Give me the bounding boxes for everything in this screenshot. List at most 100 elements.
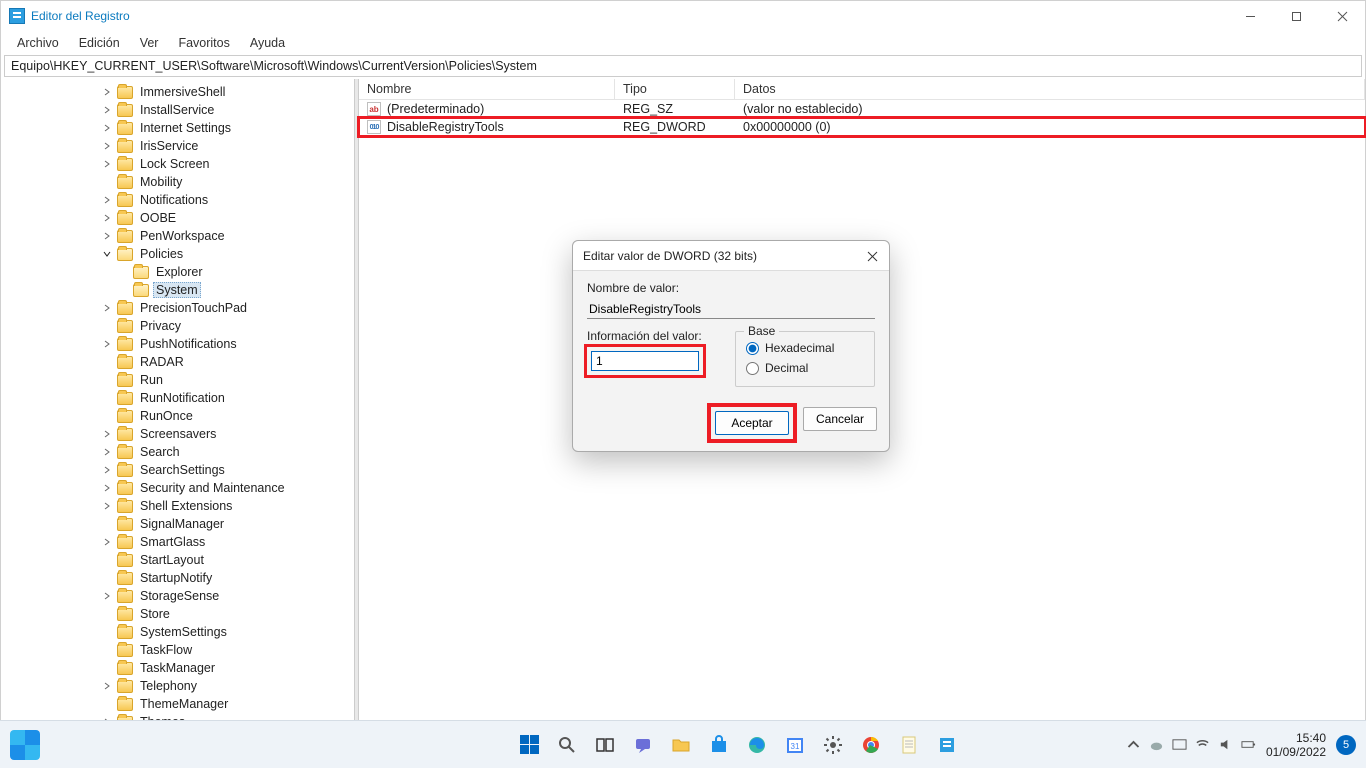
tree-item[interactable]: Policies xyxy=(1,245,354,263)
menu-favoritos[interactable]: Favoritos xyxy=(168,34,239,52)
tree-item[interactable]: OOBE xyxy=(1,209,354,227)
system-tray[interactable] xyxy=(1126,737,1256,752)
calendar-icon[interactable]: 31 xyxy=(781,731,809,759)
menu-ver[interactable]: Ver xyxy=(130,34,169,52)
tree-item[interactable]: StartLayout xyxy=(1,551,354,569)
radio-decimal[interactable] xyxy=(746,362,759,375)
widgets-icon[interactable] xyxy=(10,730,40,760)
list-row[interactable]: 010DisableRegistryToolsREG_DWORD0x000000… xyxy=(359,118,1365,136)
chrome-icon[interactable] xyxy=(857,731,885,759)
tree-item[interactable]: Telephony xyxy=(1,677,354,695)
tree-item[interactable]: IrisService xyxy=(1,137,354,155)
tree-item[interactable]: PenWorkspace xyxy=(1,227,354,245)
tree-item[interactable]: ThemeManager xyxy=(1,695,354,713)
cancel-button[interactable]: Cancelar xyxy=(803,407,877,431)
menu-ayuda[interactable]: Ayuda xyxy=(240,34,295,52)
start-button[interactable] xyxy=(515,731,543,759)
chevron-right-icon[interactable] xyxy=(101,590,113,602)
tree-pane[interactable]: ImmersiveShell InstallService Internet Set… xyxy=(1,79,355,729)
minimize-button[interactable] xyxy=(1227,1,1273,31)
tree-item[interactable]: SmartGlass xyxy=(1,533,354,551)
menu-archivo[interactable]: Archivo xyxy=(7,34,69,52)
chevron-right-icon[interactable] xyxy=(101,500,113,512)
value-data-input[interactable] xyxy=(591,351,699,371)
tree-item[interactable]: System xyxy=(1,281,354,299)
tree-item[interactable]: Shell Extensions xyxy=(1,497,354,515)
tree-item[interactable]: PushNotifications xyxy=(1,335,354,353)
settings-icon[interactable] xyxy=(819,731,847,759)
chevron-right-icon[interactable] xyxy=(101,230,113,242)
chevron-right-icon[interactable] xyxy=(101,158,113,170)
tree-item[interactable]: Explorer xyxy=(1,263,354,281)
tree-item[interactable]: StartupNotify xyxy=(1,569,354,587)
tree-item[interactable]: Run xyxy=(1,371,354,389)
tree-item[interactable]: PrecisionTouchPad xyxy=(1,299,354,317)
chevron-right-icon[interactable] xyxy=(101,464,113,476)
regedit-taskbar-icon[interactable] xyxy=(933,731,961,759)
battery-icon[interactable] xyxy=(1241,737,1256,752)
tree-item[interactable]: StorageSense xyxy=(1,587,354,605)
folder-icon xyxy=(117,410,133,423)
chevron-right-icon[interactable] xyxy=(101,482,113,494)
chevron-right-icon[interactable] xyxy=(101,446,113,458)
dialog-close-button[interactable] xyxy=(863,247,881,265)
taskbar-clock[interactable]: 15:40 01/09/2022 xyxy=(1266,731,1326,759)
chevron-right-icon[interactable] xyxy=(101,140,113,152)
chevron-right-icon[interactable] xyxy=(101,428,113,440)
notification-badge[interactable]: 5 xyxy=(1336,735,1356,755)
column-header-name[interactable]: Nombre xyxy=(359,79,615,99)
tree-item[interactable]: Internet Settings xyxy=(1,119,354,137)
address-bar[interactable]: Equipo\HKEY_CURRENT_USER\Software\Micros… xyxy=(4,55,1362,77)
tree-item[interactable]: TaskFlow xyxy=(1,641,354,659)
chevron-right-icon[interactable] xyxy=(101,302,113,314)
column-header-data[interactable]: Datos xyxy=(735,79,1365,99)
menu-edicion[interactable]: Edición xyxy=(69,34,130,52)
chevron-right-icon[interactable] xyxy=(101,122,113,134)
tree-item[interactable]: Security and Maintenance xyxy=(1,479,354,497)
notepad-icon[interactable] xyxy=(895,731,923,759)
volume-icon[interactable] xyxy=(1218,737,1233,752)
tree-item[interactable]: Search xyxy=(1,443,354,461)
tree-item[interactable]: Store xyxy=(1,605,354,623)
wifi-icon[interactable] xyxy=(1195,737,1210,752)
tree-item[interactable]: Screensavers xyxy=(1,425,354,443)
onedrive-icon[interactable] xyxy=(1149,737,1164,752)
tree-item[interactable]: RunNotification xyxy=(1,389,354,407)
chevron-up-icon[interactable] xyxy=(1126,737,1141,752)
accept-button[interactable]: Aceptar xyxy=(715,411,789,435)
tree-item[interactable]: InstallService xyxy=(1,101,354,119)
chevron-right-icon[interactable] xyxy=(101,338,113,350)
close-button[interactable] xyxy=(1319,1,1365,31)
chevron-right-icon[interactable] xyxy=(101,104,113,116)
chevron-right-icon[interactable] xyxy=(101,536,113,548)
store-icon[interactable] xyxy=(705,731,733,759)
tree-item[interactable]: Notifications xyxy=(1,191,354,209)
tree-item[interactable]: TaskManager xyxy=(1,659,354,677)
tree-item[interactable]: SignalManager xyxy=(1,515,354,533)
tree-item[interactable]: ImmersiveShell xyxy=(1,83,354,101)
tree-item[interactable]: Mobility xyxy=(1,173,354,191)
tree-item[interactable]: Lock Screen xyxy=(1,155,354,173)
chevron-right-icon[interactable] xyxy=(101,194,113,206)
task-view-icon[interactable] xyxy=(591,731,619,759)
chat-icon[interactable] xyxy=(629,731,657,759)
radio-hexadecimal[interactable] xyxy=(746,342,759,355)
list-row[interactable]: ab(Predeterminado)REG_SZ(valor no establ… xyxy=(359,100,1365,118)
tree-item[interactable]: Privacy xyxy=(1,317,354,335)
chevron-down-icon[interactable] xyxy=(101,248,113,260)
search-icon[interactable] xyxy=(553,731,581,759)
tree-item[interactable]: SearchSettings xyxy=(1,461,354,479)
tree-item[interactable]: RADAR xyxy=(1,353,354,371)
tree-item[interactable]: RunOnce xyxy=(1,407,354,425)
tree-item-label: Screensavers xyxy=(137,427,219,441)
chevron-right-icon[interactable] xyxy=(101,212,113,224)
tree-item-label: InstallService xyxy=(137,103,217,117)
edge-icon[interactable] xyxy=(743,731,771,759)
column-header-type[interactable]: Tipo xyxy=(615,79,735,99)
chevron-right-icon[interactable] xyxy=(101,86,113,98)
chevron-right-icon[interactable] xyxy=(101,680,113,692)
explorer-icon[interactable] xyxy=(667,731,695,759)
tree-item[interactable]: SystemSettings xyxy=(1,623,354,641)
maximize-button[interactable] xyxy=(1273,1,1319,31)
language-icon[interactable] xyxy=(1172,737,1187,752)
